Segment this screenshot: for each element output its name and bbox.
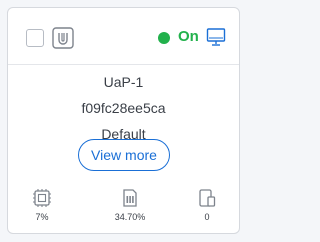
memory-stat: 34.70% xyxy=(100,188,160,222)
monitor-icon[interactable] xyxy=(206,27,226,47)
memory-value: 34.70% xyxy=(114,212,146,222)
device-card: On UaP-1 f09fc28ee5ca Default View more … xyxy=(7,7,240,234)
card-header: On xyxy=(8,8,239,65)
view-more-button[interactable]: View more xyxy=(78,139,170,171)
cpu-value: 7% xyxy=(35,212,49,222)
select-checkbox[interactable] xyxy=(26,29,44,47)
cpu-icon xyxy=(33,189,51,207)
status-indicator xyxy=(158,32,170,44)
clients-stat: 0 xyxy=(177,188,237,222)
cpu-stat: 7% xyxy=(12,188,72,222)
clients-device-icon xyxy=(199,189,216,207)
device-mac: f09fc28ee5ca xyxy=(81,100,166,116)
clients-value: 0 xyxy=(204,212,210,222)
memory-icon xyxy=(123,189,137,207)
access-point-icon xyxy=(52,27,74,49)
status-label: On xyxy=(178,28,199,45)
device-name: UaP-1 xyxy=(103,74,144,90)
